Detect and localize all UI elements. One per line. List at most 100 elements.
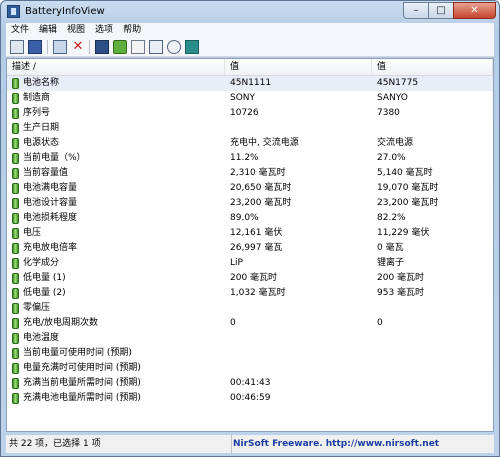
row-value-2	[377, 331, 491, 346]
battery-icon	[12, 363, 19, 374]
menu-options[interactable]: 选项	[90, 23, 118, 38]
row-value-2: 5,140 毫瓦时	[377, 168, 433, 178]
row-description: 低电量 (2)	[23, 288, 66, 298]
row-value-2: 11,229 毫伏	[377, 228, 430, 238]
column-header-value-2[interactable]: 值	[372, 59, 493, 75]
table-row[interactable]: 当前电量可使用时间 (预期)	[7, 346, 493, 361]
maximize-button[interactable]: □	[428, 2, 454, 19]
row-description: 当前电量可使用时间 (预期)	[23, 348, 132, 358]
row-description: 当前电量（%）	[23, 153, 86, 163]
row-value-2	[377, 301, 491, 316]
row-value-1: 1,032 毫瓦时	[230, 288, 286, 298]
row-value-1	[230, 121, 370, 136]
exit-icon[interactable]	[185, 40, 199, 54]
battery-icon	[12, 348, 19, 359]
row-description: 当前容量值	[23, 168, 69, 178]
menu-view[interactable]: 视图	[62, 23, 90, 38]
table-row[interactable]: 电池名称 45N1111 45N1775	[7, 76, 493, 91]
battery-icon	[12, 243, 19, 254]
table-row[interactable]: 生产日期	[7, 121, 493, 136]
table-row[interactable]: 低电量 (2) 1,032 毫瓦时 953 毫瓦时	[7, 286, 493, 301]
row-value-1: 200 毫瓦时	[230, 273, 278, 283]
nirsoft-link[interactable]: NirSoft Freeware. http://www.nirsoft.net	[233, 435, 439, 453]
row-value-2: 82.2%	[377, 213, 406, 223]
table-row[interactable]: 电压 12,161 毫伏 11,229 毫伏	[7, 226, 493, 241]
row-description: 充满当前电量所需时间 (预期)	[23, 378, 141, 388]
list-header: 描述 / 值 值	[7, 59, 493, 76]
row-description: 电池温度	[23, 333, 60, 343]
battery-icon	[12, 78, 19, 89]
table-row[interactable]: 低电量 (1) 200 毫瓦时 200 毫瓦时	[7, 271, 493, 286]
row-description: 制造商	[23, 93, 51, 103]
html-icon[interactable]	[53, 40, 67, 54]
row-value-1: 89.0%	[230, 213, 259, 223]
row-description: 低电量 (1)	[23, 273, 66, 283]
table-row[interactable]: 充电/放电周期次数 0 0	[7, 316, 493, 331]
row-value-1: 2,310 毫瓦时	[230, 168, 286, 178]
table-row[interactable]: 充满电池电量所需时间 (预期) 00:46:59	[7, 391, 493, 406]
table-row[interactable]: 充满当前电量所需时间 (预期) 00:41:43	[7, 376, 493, 391]
row-value-2: 45N1775	[377, 78, 419, 88]
table-row[interactable]: 电池满电容量 20,650 毫瓦时 19,070 毫瓦时	[7, 181, 493, 196]
menu-help[interactable]: 帮助	[118, 23, 146, 38]
row-value-2	[377, 361, 491, 376]
row-description: 化学成分	[23, 258, 60, 268]
row-value-2: 锂离子	[377, 258, 405, 268]
refresh-icon[interactable]	[113, 40, 127, 54]
battery-icon	[12, 378, 19, 389]
table-row[interactable]: 电源状态 充电中, 交流电源 交流电源	[7, 136, 493, 151]
row-value-1: 00:41:43	[230, 378, 271, 388]
delete-icon[interactable]: ✕	[71, 40, 85, 54]
row-description: 电压	[23, 228, 42, 238]
row-value-1	[230, 301, 370, 316]
table-row[interactable]: 当前电量（%） 11.2% 27.0%	[7, 151, 493, 166]
column-header-description[interactable]: 描述 /	[7, 59, 225, 75]
table-row[interactable]: 序列号 10726 7380	[7, 106, 493, 121]
row-value-2: 0	[377, 318, 383, 328]
row-value-2: 23,200 毫瓦时	[377, 198, 439, 208]
battery-icon	[12, 333, 19, 344]
table-row[interactable]: 电池设计容量 23,200 毫瓦时 23,200 毫瓦时	[7, 196, 493, 211]
row-value-2: SANYO	[377, 93, 408, 103]
battery-list[interactable]: 描述 / 值 值 电池名称 45N1111 45N1775 制造商 SONY SANYO 序…	[6, 58, 494, 432]
html-report-icon[interactable]	[149, 40, 163, 54]
row-value-1: 23,200 毫瓦时	[230, 198, 292, 208]
column-header-value-1[interactable]: 值	[225, 59, 372, 75]
row-value-1: 10726	[230, 108, 259, 118]
table-row[interactable]: 制造商 SONY SANYO	[7, 91, 493, 106]
row-value-1: 26,997 毫瓦	[230, 243, 283, 253]
table-row[interactable]: 电池温度	[7, 331, 493, 346]
row-value-1: 12,161 毫伏	[230, 228, 283, 238]
minimize-button[interactable]: –	[403, 2, 429, 19]
battery-icon	[12, 258, 19, 269]
save-icon[interactable]	[95, 40, 109, 54]
table-row[interactable]: 电量充满时可使用时间 (预期)	[7, 361, 493, 376]
menu-edit[interactable]: 编辑	[34, 23, 62, 38]
row-value-2: 7380	[377, 108, 400, 118]
find-icon[interactable]	[167, 40, 181, 54]
row-value-2	[377, 391, 491, 406]
table-row[interactable]: 充电放电倍率 26,997 毫瓦 0 毫瓦	[7, 241, 493, 256]
table-row[interactable]: 当前容量值 2,310 毫瓦时 5,140 毫瓦时	[7, 166, 493, 181]
row-value-2	[377, 376, 491, 391]
row-value-2: 交流电源	[377, 138, 414, 148]
battery-icon	[12, 198, 19, 209]
battery-icon	[12, 168, 19, 179]
close-button[interactable]: ✕	[453, 2, 496, 19]
table-row[interactable]: 化学成分 LiP 锂离子	[7, 256, 493, 271]
menu-file[interactable]: 文件	[6, 23, 34, 38]
table-row[interactable]: 电池损耗程度 89.0% 82.2%	[7, 211, 493, 226]
report-icon[interactable]	[28, 40, 42, 54]
row-value-1	[230, 346, 370, 361]
row-value-1	[230, 331, 370, 346]
row-description: 零偏压	[23, 303, 51, 313]
row-description: 电池设计容量	[23, 198, 78, 208]
properties-icon[interactable]	[10, 40, 24, 54]
copy-icon[interactable]	[131, 40, 145, 54]
app-icon	[7, 5, 20, 18]
row-value-1: 充电中, 交流电源	[230, 138, 299, 148]
row-value-1	[230, 361, 370, 376]
row-description: 充电放电倍率	[23, 243, 78, 253]
table-row[interactable]: 零偏压	[7, 301, 493, 316]
title-bar[interactable]: BatteryInfoView – □ ✕	[1, 1, 499, 23]
